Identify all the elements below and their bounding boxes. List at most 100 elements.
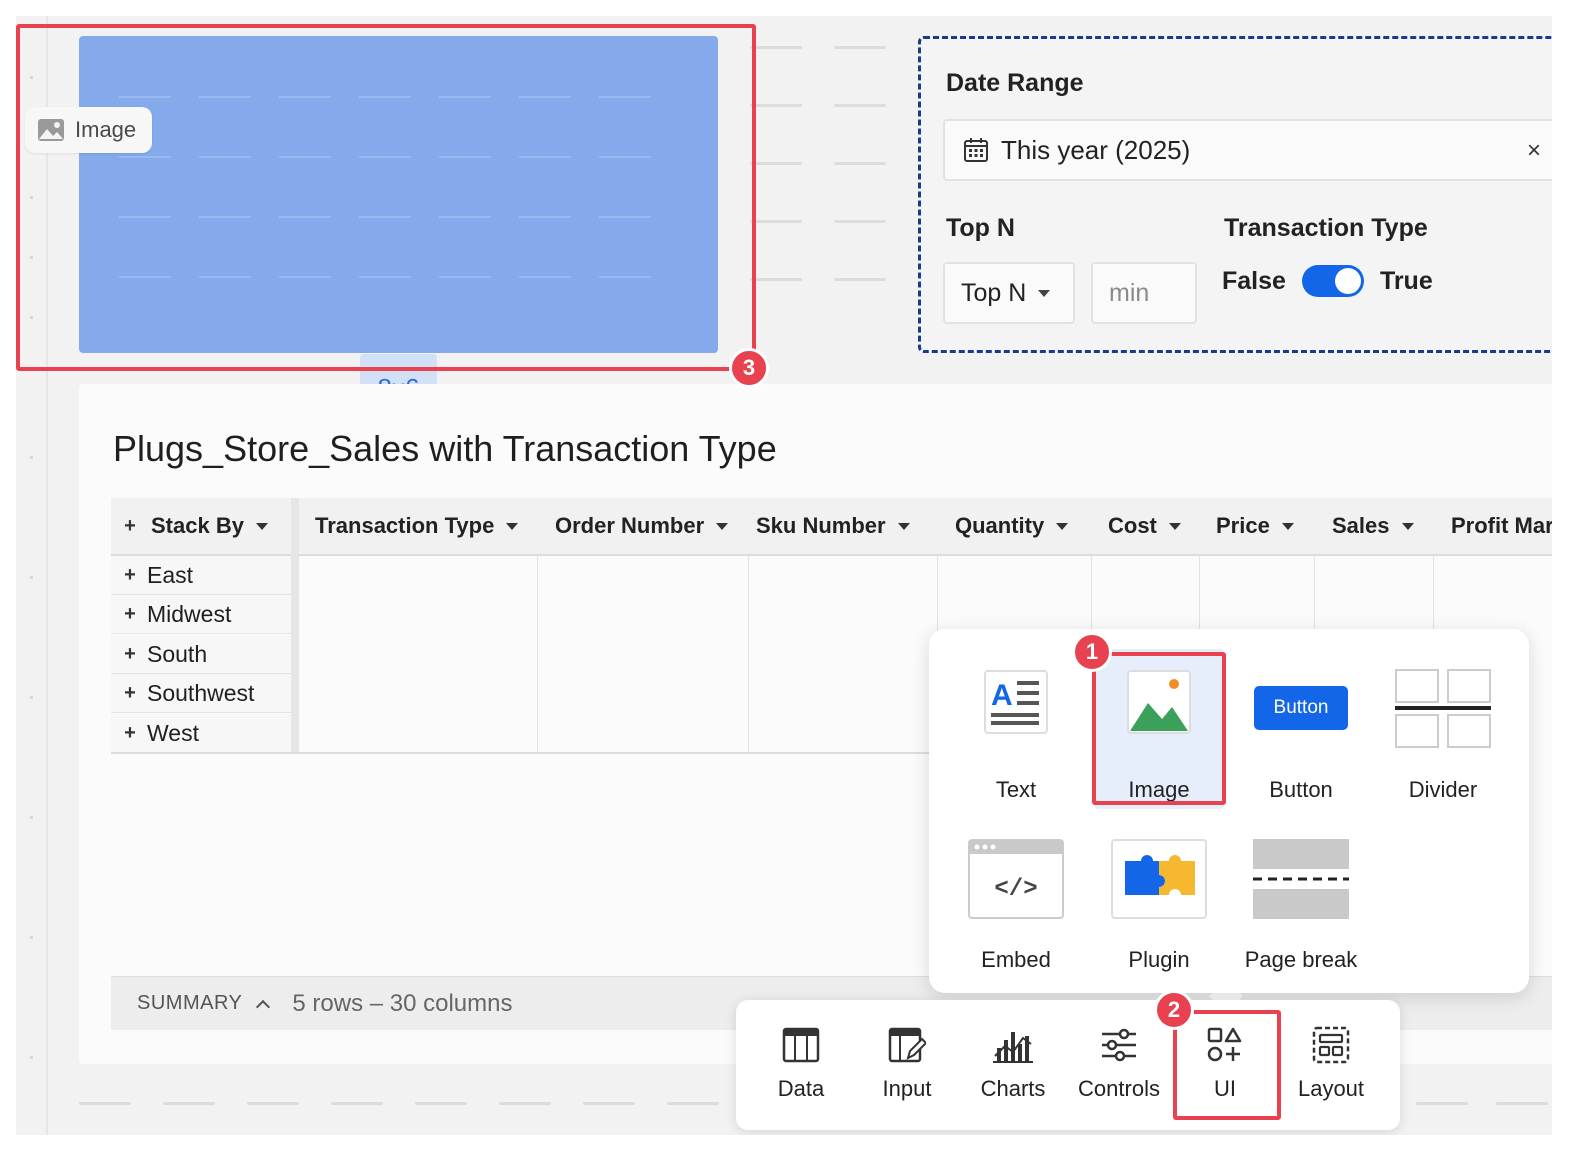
column-header-order-number[interactable]: Order Number [537, 498, 748, 556]
annotation-badge-3: 3 [729, 348, 769, 388]
grid-dash [79, 1102, 131, 1105]
column-header-label: Sku Number [756, 513, 886, 538]
grid-dash [834, 278, 886, 281]
image-element-placeholder[interactable] [79, 36, 718, 353]
column-header-label: Sales [1332, 513, 1390, 538]
transaction-type-toggle[interactable] [1301, 265, 1364, 297]
ui-tile-plugin[interactable]: Plugin [1094, 819, 1224, 979]
image-type-chip: Image [25, 107, 153, 153]
transaction-type-label: Transaction Type [1224, 214, 1428, 242]
min-placeholder: min [1109, 278, 1150, 307]
controls-container[interactable]: Date Range This year (2025) × Top N Top … [918, 36, 1552, 353]
grid-dash [750, 220, 802, 223]
column-header-profit-margin[interactable]: Profit Mar [1433, 498, 1552, 556]
column-header-label: Quantity [955, 513, 1045, 538]
row-label: Midwest [147, 600, 232, 627]
ui-tile-image[interactable]: Image [1094, 649, 1224, 809]
image-chip-label: Image [75, 117, 137, 142]
toggle-false-label: False [1222, 266, 1286, 295]
column-separator [537, 556, 538, 754]
divider-icon [1395, 669, 1491, 748]
page-break-icon [1253, 839, 1349, 919]
chevron-down-icon[interactable] [1168, 522, 1181, 530]
bottom-add-toolbar: Data Input Charts Controls UI Layout [736, 1000, 1400, 1130]
plus-icon[interactable]: + [121, 683, 139, 703]
plus-icon[interactable]: + [121, 644, 139, 664]
grid-dash [247, 1102, 299, 1105]
chevron-up-icon[interactable] [256, 999, 271, 1014]
toolbar-label: Charts [980, 1076, 1046, 1101]
grid-dash [834, 46, 886, 49]
plus-icon[interactable]: + [121, 604, 139, 624]
grid-dash [499, 1102, 551, 1105]
workbook-canvas: Image 8x6 Date Range This year (2025) × … [16, 16, 1552, 1135]
svg-text:</>: </> [994, 876, 1037, 903]
column-header-sku-number[interactable]: Sku Number [748, 498, 937, 556]
rail-dot [30, 696, 33, 699]
text-icon: A [984, 670, 1048, 734]
top-n-select[interactable]: Top N [943, 262, 1075, 324]
chevron-down-icon [1038, 289, 1051, 297]
table-icon [782, 1027, 820, 1063]
chevron-down-icon[interactable] [255, 522, 268, 530]
rail-dot [30, 196, 33, 199]
top-n-min-input[interactable]: min [1091, 262, 1197, 324]
column-header-label: Profit Mar [1451, 513, 1552, 538]
chevron-down-icon[interactable] [716, 522, 729, 530]
row-header-south[interactable]: + South [111, 635, 291, 674]
frozen-column-divider [291, 498, 299, 754]
toolbar-item-input[interactable]: Input [854, 1000, 960, 1130]
ui-tile-divider[interactable]: Divider [1378, 649, 1508, 809]
ui-tile-embed[interactable]: </> Embed [951, 819, 1081, 979]
row-label: East [147, 561, 194, 588]
toolbar-label: UI [1214, 1076, 1236, 1101]
ui-tile-label: Page break [1244, 947, 1358, 972]
column-header-quantity[interactable]: Quantity [937, 498, 1091, 556]
column-header-sales[interactable]: Sales [1314, 498, 1433, 556]
ui-tile-button[interactable]: Button Button [1236, 649, 1366, 809]
chevron-down-icon[interactable] [1401, 522, 1414, 530]
rail-dot [30, 936, 33, 939]
ui-tile-label: Button [1269, 777, 1333, 802]
annotation-badge-1: 1 [1072, 632, 1112, 672]
stack-by-label: Stack By [151, 513, 244, 538]
toggle-true-label: True [1379, 266, 1433, 295]
button-icon: Button [1254, 686, 1348, 730]
plus-icon[interactable]: + [121, 516, 139, 536]
ui-tile-label: Text [995, 777, 1037, 802]
row-header-west[interactable]: + West [111, 714, 291, 753]
rail-dot [30, 76, 33, 79]
toggle-knob [1334, 268, 1361, 294]
stack-by-header[interactable]: + Stack By [111, 498, 291, 556]
chevron-down-icon[interactable] [897, 522, 910, 530]
table-title: Plugs_Store_Sales with Transaction Type [113, 428, 777, 469]
grid-dash [1416, 1102, 1468, 1105]
toolbar-item-charts[interactable]: Charts [960, 1000, 1066, 1130]
ui-tile-label: Divider [1408, 777, 1478, 802]
column-header-cost[interactable]: Cost [1091, 498, 1199, 556]
rail-dot [30, 576, 33, 579]
image-icon [1127, 670, 1191, 734]
ui-tile-text[interactable]: A Text [951, 649, 1081, 809]
row-header-midwest[interactable]: + Midwest [111, 595, 291, 634]
column-header-transaction-type[interactable]: Transaction Type [299, 498, 537, 556]
plus-icon[interactable]: + [121, 723, 139, 743]
chevron-down-icon[interactable] [1281, 522, 1294, 530]
ui-tile-page-break[interactable]: Page break [1236, 819, 1366, 979]
column-header-price[interactable]: Price [1199, 498, 1314, 556]
grid-dash [583, 1102, 635, 1105]
chevron-down-icon[interactable] [506, 522, 519, 530]
rail-dot [30, 256, 33, 259]
grid-dash [750, 104, 802, 107]
row-header-east[interactable]: + East [111, 556, 291, 595]
grid-dash [331, 1102, 383, 1105]
clear-icon[interactable]: × [1527, 137, 1541, 165]
rail-dot [30, 456, 33, 459]
row-header-southwest[interactable]: + Southwest [111, 674, 291, 713]
plus-icon[interactable]: + [121, 565, 139, 585]
toolbar-item-data[interactable]: Data [748, 1000, 854, 1130]
date-range-input[interactable]: This year (2025) × [943, 119, 1552, 181]
toolbar-item-layout[interactable]: Layout [1278, 1000, 1384, 1130]
toolbar-label: Data [777, 1076, 825, 1101]
chevron-down-icon[interactable] [1056, 522, 1069, 530]
